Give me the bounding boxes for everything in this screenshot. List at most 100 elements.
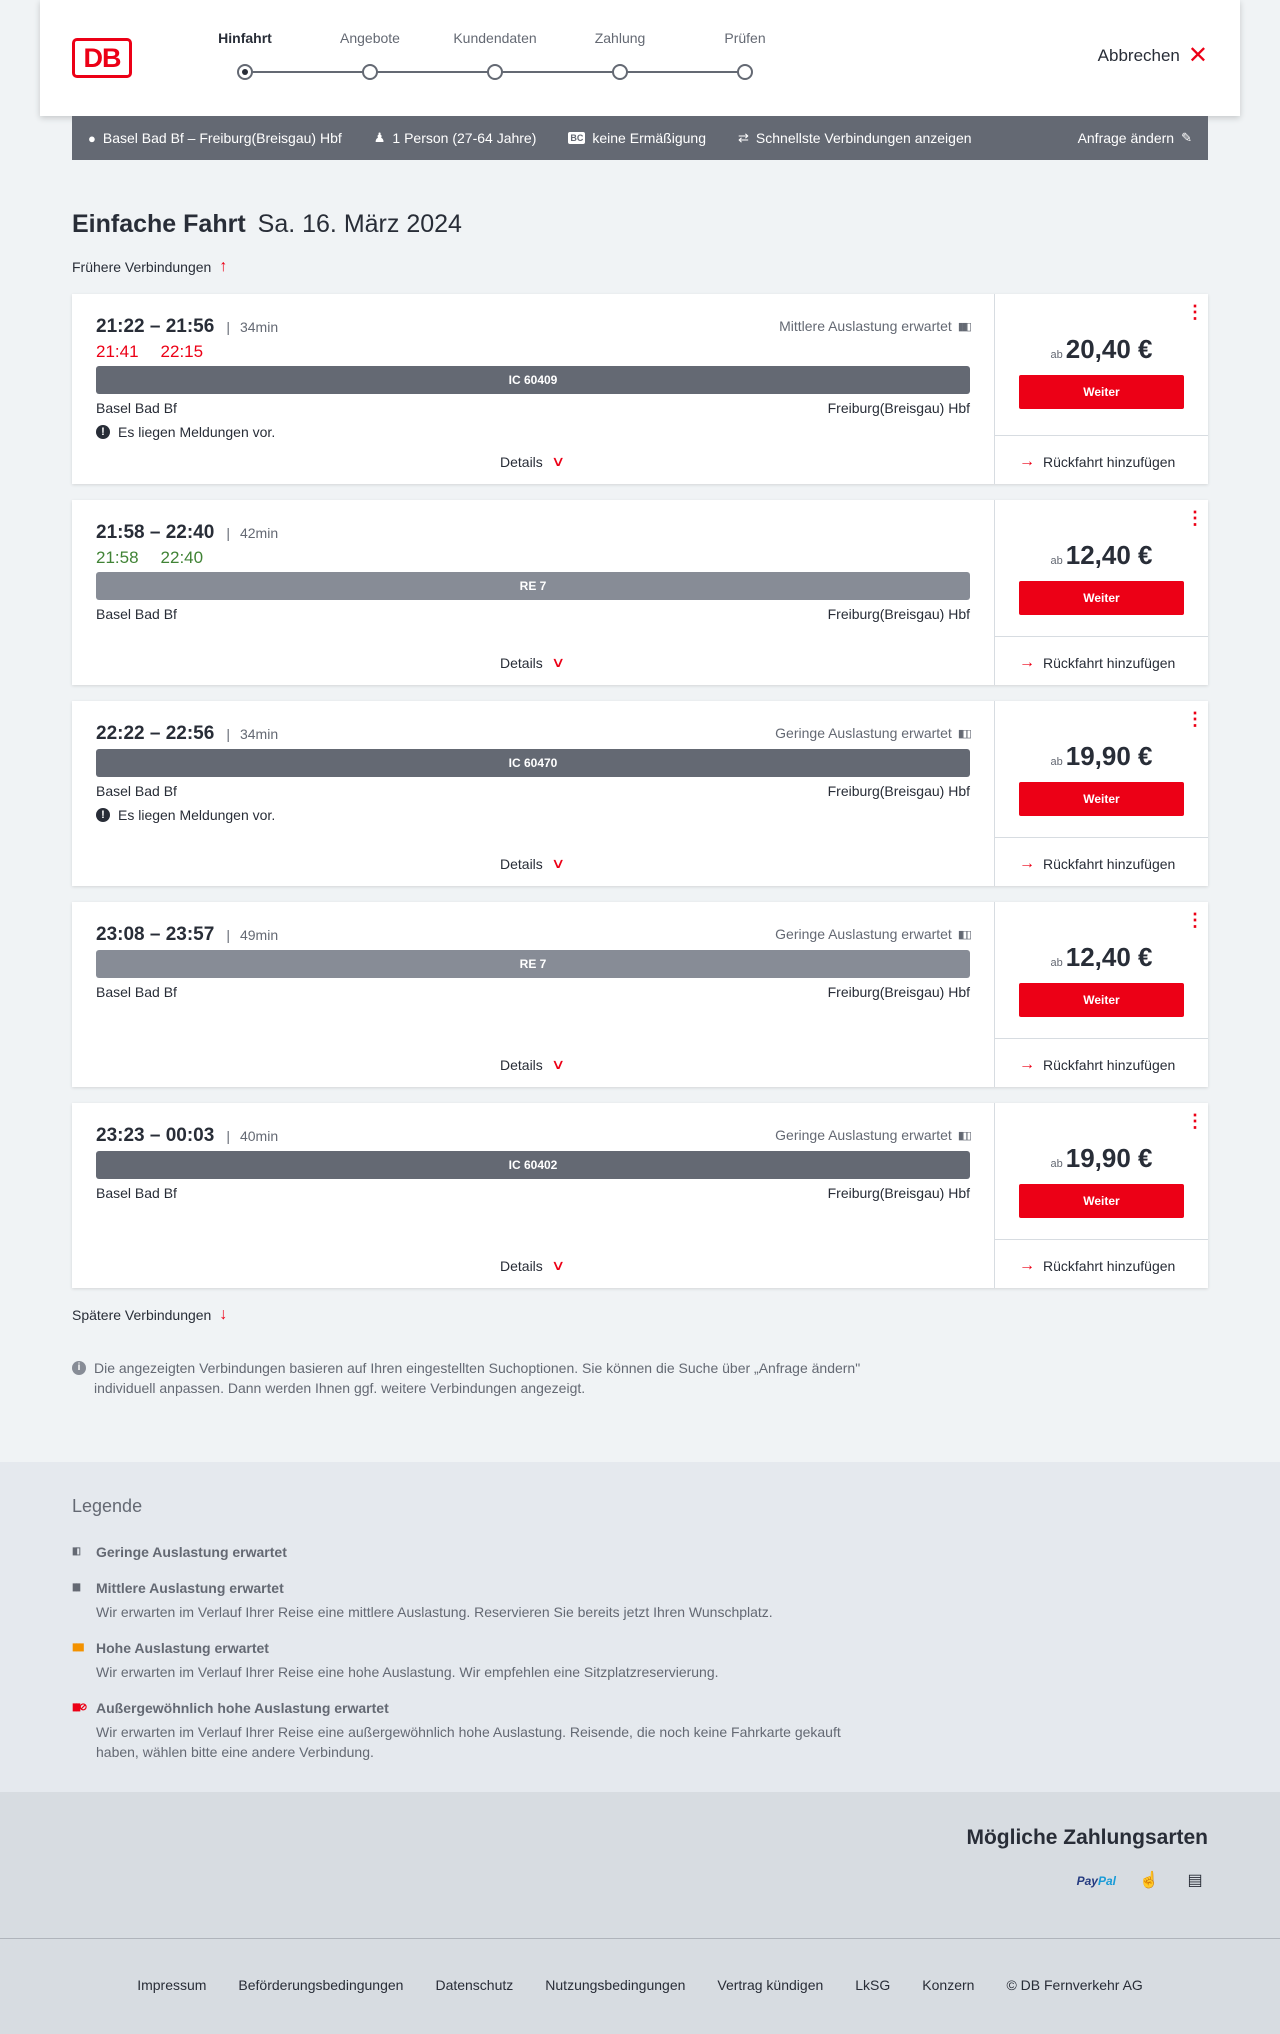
details-label: Details: [500, 654, 543, 671]
weiter-button[interactable]: Weiter: [1019, 782, 1184, 816]
price-prefix: ab: [1050, 957, 1063, 969]
price-value: 12,40 €: [1065, 942, 1153, 972]
step-label: Zahlung: [594, 30, 646, 46]
step-dot: [612, 64, 628, 80]
train-bar[interactable]: RE 7: [96, 950, 970, 978]
kebab-menu-icon[interactable]: ⋮: [1186, 710, 1204, 728]
details-toggle[interactable]: Details ∨: [500, 654, 565, 671]
footer-link-datenschutz[interactable]: Datenschutz: [435, 1977, 513, 1993]
price-value: 19,90 €: [1065, 741, 1153, 771]
chevron-down-icon: ∨: [550, 855, 566, 871]
trip-type: Einfache Fahrt: [72, 210, 246, 238]
payment-title: Mögliche Zahlungsarten: [966, 1826, 1208, 1849]
separator: |: [226, 726, 230, 742]
edit-search-button[interactable]: Anfrage ändern ✎: [1078, 130, 1192, 146]
step-dot-active: [237, 64, 253, 80]
train-bar[interactable]: IC 60409: [96, 366, 970, 394]
info-text: Die angezeigten Verbindungen basieren au…: [94, 1360, 861, 1396]
connection-card: 23:08 – 23:57 | 49min Geringe Auslastung…: [72, 902, 1208, 1087]
realtime-times: 21:58 22:40: [96, 548, 203, 568]
train-bar[interactable]: IC 60470: [96, 749, 970, 777]
footer-link-nutzungsbedingungen[interactable]: Nutzungsbedingungen: [545, 1977, 685, 1993]
occupancy-info: Geringe Auslastung erwartet ▮▯▯: [775, 1127, 972, 1143]
step-angebote: Angebote: [315, 30, 425, 80]
planned-times: 23:08 – 23:57: [96, 924, 215, 945]
train-bar[interactable]: IC 60402: [96, 1151, 970, 1179]
add-return-label: Rückfahrt hinzufügen: [1043, 655, 1176, 671]
departure-station: Basel Bad Bf: [96, 783, 177, 799]
chevron-down-icon: ∨: [550, 1056, 566, 1072]
connection-main[interactable]: 21:58 – 22:40 | 42min 21:58 22:40 RE 7 B…: [72, 500, 995, 685]
add-return-button[interactable]: → Rückfahrt hinzufügen: [1019, 1056, 1175, 1074]
weiter-button[interactable]: Weiter: [1019, 375, 1184, 409]
arrival-station: Freiburg(Breisgau) Hbf: [827, 984, 970, 1000]
legend-item-high: ▮▮▮ Hohe Auslastung erwartet Wir erwarte…: [72, 1638, 872, 1682]
price: ab 19,90 €: [995, 741, 1208, 772]
footer-link-impressum[interactable]: Impressum: [137, 1977, 206, 1993]
payment-section: Mögliche Zahlungsarten PayPal ☝ ▤: [0, 1792, 1280, 1938]
legend-title: Legende: [72, 1496, 143, 1516]
footer-copyright: © DB Fernverkehr AG: [1006, 1977, 1143, 1993]
footer-link-konzern[interactable]: Konzern: [922, 1977, 974, 1993]
earlier-connections-link[interactable]: Frühere Verbindungen ↑: [72, 258, 227, 276]
arrival-station: Freiburg(Breisgau) Hbf: [827, 1185, 970, 1201]
price-value: 12,40 €: [1065, 540, 1153, 570]
add-return-button[interactable]: → Rückfahrt hinzufügen: [1019, 453, 1175, 471]
divider: [995, 636, 1208, 637]
later-connections-link[interactable]: Spätere Verbindungen ↓: [72, 1306, 227, 1324]
planned-times: 22:22 – 22:56: [96, 723, 215, 744]
departure-station: Basel Bad Bf: [96, 606, 177, 622]
details-label: Details: [500, 855, 543, 872]
details-toggle[interactable]: Details ∨: [500, 1056, 566, 1073]
stations: Basel Bad Bf Freiburg(Breisgau) Hbf: [96, 1185, 970, 1201]
message-notice: ! Es liegen Meldungen vor.: [96, 807, 275, 823]
connection-main[interactable]: 23:23 – 00:03 | 40min Geringe Auslastung…: [72, 1103, 995, 1288]
discount-text: keine Ermäßigung: [592, 130, 706, 146]
sepa-direct-debit-icon: ▤: [1187, 1872, 1203, 1889]
kebab-menu-icon[interactable]: ⋮: [1186, 1112, 1204, 1130]
swap-icon: ⇄: [738, 130, 749, 145]
arrow-right-icon: →: [1019, 654, 1035, 671]
footer-link-befoerderungsbedingungen[interactable]: Beförderungsbedingungen: [238, 1977, 403, 1993]
footer-link-lksg[interactable]: LkSG: [855, 1977, 890, 1993]
weiter-button[interactable]: Weiter: [1019, 1184, 1184, 1218]
price-prefix: ab: [1050, 1158, 1063, 1170]
connection-card: 22:22 – 22:56 | 34min Geringe Auslastung…: [72, 701, 1208, 886]
kebab-menu-icon[interactable]: ⋮: [1186, 911, 1204, 929]
footer-link-vertrag-kuendigen[interactable]: Vertrag kündigen: [717, 1977, 823, 1993]
alert-icon: !: [96, 808, 110, 822]
details-toggle[interactable]: Details ∨: [500, 1257, 565, 1274]
step-label: Angebote: [340, 30, 400, 46]
details-toggle[interactable]: Details ∨: [500, 453, 565, 470]
footer-links: Impressum Beförderungsbedingungen Datens…: [0, 1977, 1280, 1993]
details-toggle[interactable]: Details ∨: [500, 855, 566, 872]
connection-card: 21:22 – 21:56 | 34min 21:41 22:15 Mittle…: [72, 294, 1208, 484]
weiter-button[interactable]: Weiter: [1019, 581, 1184, 615]
connection-main[interactable]: 23:08 – 23:57 | 49min Geringe Auslastung…: [72, 902, 995, 1087]
connection-card: 21:58 – 22:40 | 42min 21:58 22:40 RE 7 B…: [72, 500, 1208, 685]
add-return-button[interactable]: → Rückfahrt hinzufügen: [1019, 1257, 1175, 1275]
occupancy-text: Geringe Auslastung erwartet: [775, 725, 952, 741]
add-return-button[interactable]: → Rückfahrt hinzufügen: [1019, 855, 1175, 873]
train-bar[interactable]: RE 7: [96, 572, 970, 600]
payment-icons: PayPal ☝ ▤: [1077, 1870, 1208, 1892]
option-summary: ⇄ Schnellste Verbindungen anzeigen: [738, 130, 972, 146]
kebab-menu-icon[interactable]: ⋮: [1186, 303, 1204, 321]
occupancy-icon: ▮▯▯: [957, 727, 972, 740]
stations: Basel Bad Bf Freiburg(Breisgau) Hbf: [96, 606, 970, 622]
connection-main[interactable]: 21:22 – 21:56 | 34min 21:41 22:15 Mittle…: [72, 294, 995, 484]
add-return-button[interactable]: → Rückfahrt hinzufügen: [1019, 654, 1175, 672]
cancel-label: Abbrechen: [1097, 46, 1180, 65]
stations: Basel Bad Bf Freiburg(Breisgau) Hbf: [96, 400, 970, 416]
occupancy-info: Mittlere Auslastung erwartet ▮▮▯: [779, 318, 972, 334]
kebab-menu-icon[interactable]: ⋮: [1186, 509, 1204, 527]
cancel-button[interactable]: Abbrechen ✕: [1097, 44, 1208, 68]
db-logo[interactable]: DB: [72, 38, 132, 78]
connection-offer: ⋮ ab 12,40 € Weiter → Rückfahrt hinzufüge…: [995, 902, 1208, 1087]
message-notice: ! Es liegen Meldungen vor.: [96, 424, 275, 440]
weiter-button[interactable]: Weiter: [1019, 983, 1184, 1017]
details-label: Details: [500, 1257, 543, 1274]
edit-search-label: Anfrage ändern: [1077, 130, 1175, 146]
connection-main[interactable]: 22:22 – 22:56 | 34min Geringe Auslastung…: [72, 701, 995, 886]
person-icon: ♟: [373, 130, 386, 145]
